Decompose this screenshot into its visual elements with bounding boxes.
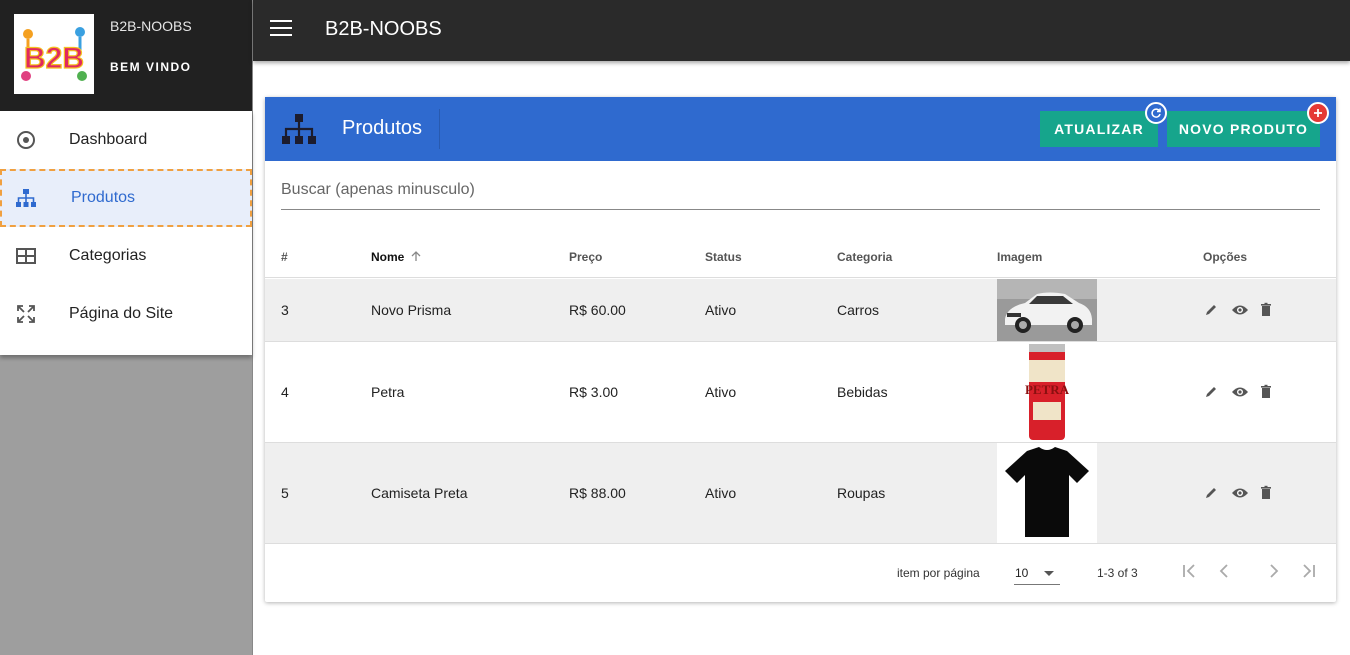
cell-name: Novo Prisma <box>371 302 452 318</box>
pagination: item por página 10 1-3 of 3 <box>265 543 1336 602</box>
delete-trash-icon[interactable] <box>1259 302 1279 318</box>
items-per-page-value: 10 <box>1015 566 1029 580</box>
page-range: 1-3 of 3 <box>1097 566 1138 580</box>
search-field[interactable] <box>281 181 1320 210</box>
search-input[interactable] <box>281 181 1320 199</box>
top-app-bar: B2B-NOOBS <box>253 0 1350 61</box>
cell-id: 5 <box>281 485 289 501</box>
items-per-page-label: item por página <box>897 566 980 580</box>
sidebar-item-label: Produtos <box>71 189 136 206</box>
app-logo: B2B <box>14 14 94 94</box>
sitemap-icon <box>282 114 316 144</box>
table-row: 3 Novo Prisma R$ 60.00 Ativo Carros <box>265 279 1336 342</box>
update-button[interactable]: ATUALIZAR <box>1040 111 1158 147</box>
cell-category: Carros <box>837 302 880 318</box>
row-actions <box>1203 485 1279 501</box>
cell-name: Petra <box>371 384 405 400</box>
sitemap-icon <box>15 187 37 209</box>
table-header: # Nome Preço Status Categoria Imagem Opç… <box>265 235 1336 278</box>
view-eye-icon[interactable] <box>1231 384 1251 400</box>
plus-icon <box>1307 102 1329 124</box>
sidebar-item-pagina-do-site[interactable]: Página do Site <box>0 285 252 343</box>
new-product-button[interactable]: NOVO PRODUTO <box>1167 111 1320 147</box>
table-row: 5 Camiseta Preta R$ 88.00 Ativo Roupas <box>265 443 1336 544</box>
col-header-category: Categoria <box>837 250 893 264</box>
col-header-price: Preço <box>569 250 603 264</box>
sidebar-app-name: B2B-NOOBS <box>110 18 192 34</box>
sidebar-item-label: Dashboard <box>69 131 148 148</box>
svg-text:B2B: B2B <box>24 42 84 75</box>
cell-status: Ativo <box>705 485 737 501</box>
cell-status: Ativo <box>705 302 737 318</box>
edit-pencil-icon[interactable] <box>1203 384 1223 400</box>
previous-page-icon[interactable] <box>1214 561 1234 581</box>
products-card: Produtos ATUALIZAR NOVO PRODUTO # Nome P… <box>265 97 1336 602</box>
sidebar-item-label: Categorias <box>69 247 147 264</box>
sidebar-header: B2B B2B-NOOBS BEM VINDO <box>0 0 252 111</box>
sidebar: B2B B2B-NOOBS BEM VINDO Dashboard Produt… <box>0 0 253 655</box>
sidebar-item-categorias[interactable]: Categorias <box>0 227 252 285</box>
next-page-icon[interactable] <box>1264 561 1284 581</box>
product-image-black-tshirt <box>997 443 1097 543</box>
col-header-id: # <box>281 250 288 264</box>
sidebar-item-label: Página do Site <box>69 305 174 322</box>
sidebar-item-dashboard[interactable]: Dashboard <box>0 111 252 169</box>
hamburger-menu-icon[interactable] <box>270 20 292 38</box>
expand-arrows-icon <box>15 303 37 325</box>
delete-trash-icon[interactable] <box>1259 384 1279 400</box>
cell-name: Camiseta Preta <box>371 485 468 501</box>
cell-price: R$ 3.00 <box>569 384 619 400</box>
first-page-icon[interactable] <box>1179 561 1199 581</box>
cell-category: Bebidas <box>837 384 888 400</box>
col-header-status: Status <box>705 250 742 264</box>
arrow-up-icon <box>410 250 422 265</box>
col-header-name-label: Nome <box>371 250 405 264</box>
cell-id: 3 <box>281 302 289 318</box>
chevron-down-icon <box>1044 571 1054 576</box>
table-grid-icon <box>15 245 37 267</box>
col-header-name[interactable]: Nome <box>371 250 422 265</box>
product-image-car <box>997 279 1097 341</box>
cell-price: R$ 60.00 <box>569 302 626 318</box>
cell-status: Ativo <box>705 384 737 400</box>
edit-pencil-icon[interactable] <box>1203 302 1223 318</box>
page-title: B2B-NOOBS <box>325 18 442 40</box>
edit-pencil-icon[interactable] <box>1203 485 1223 501</box>
view-eye-icon[interactable] <box>1231 302 1251 318</box>
radio-target-icon <box>15 129 37 151</box>
last-page-icon[interactable] <box>1299 561 1319 581</box>
sidebar-menu: Dashboard Produtos Categorias Página do … <box>0 111 252 355</box>
welcome-text: BEM VINDO <box>110 60 192 74</box>
cell-price: R$ 88.00 <box>569 485 626 501</box>
cell-category: Roupas <box>837 485 886 501</box>
row-actions <box>1203 302 1279 318</box>
sidebar-item-produtos[interactable]: Produtos <box>0 169 252 227</box>
product-image-beer-can: PETRA <box>997 342 1097 442</box>
col-header-image: Imagem <box>997 250 1043 264</box>
refresh-icon <box>1145 102 1167 124</box>
row-actions <box>1203 384 1279 400</box>
col-header-options: Opções <box>1203 250 1248 264</box>
view-eye-icon[interactable] <box>1231 485 1251 501</box>
card-title: Produtos <box>342 117 423 139</box>
header-divider <box>439 109 440 149</box>
delete-trash-icon[interactable] <box>1259 485 1279 501</box>
cell-id: 4 <box>281 384 289 400</box>
svg-text:PETRA: PETRA <box>1025 382 1070 397</box>
table-row: 4 Petra R$ 3.00 Ativo Bebidas PETRA <box>265 342 1336 443</box>
card-header: Produtos ATUALIZAR NOVO PRODUTO <box>265 97 1336 161</box>
items-per-page-select[interactable]: 10 <box>1014 557 1060 585</box>
